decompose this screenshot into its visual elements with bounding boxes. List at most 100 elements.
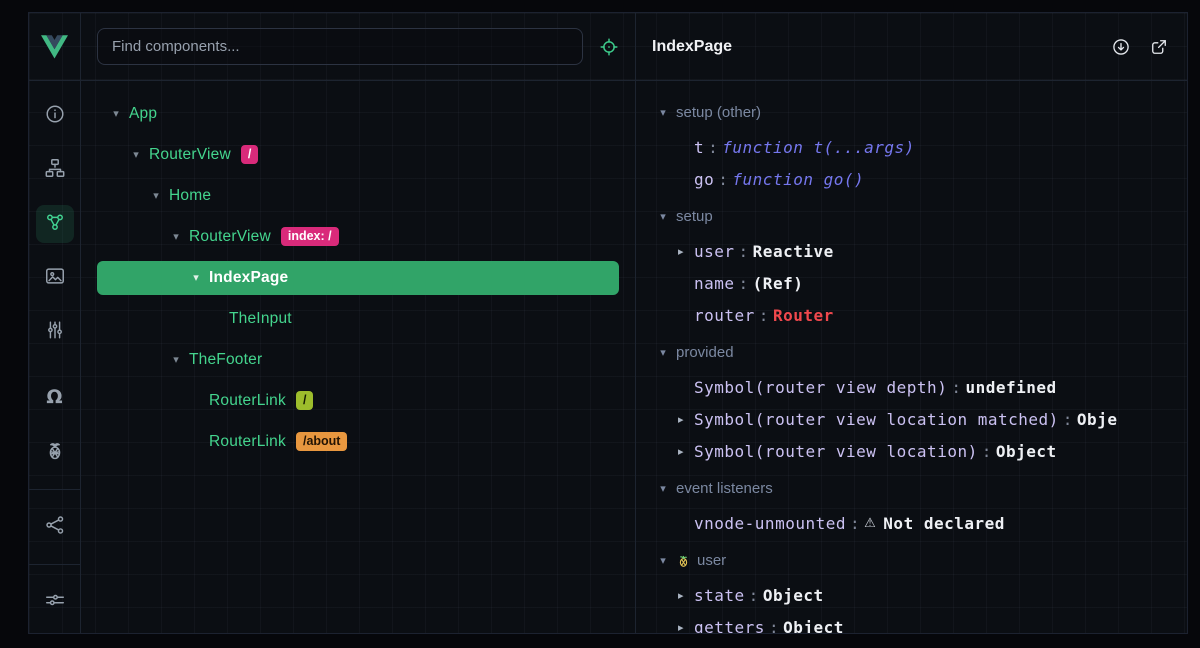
settings-icon — [44, 589, 66, 616]
caret-right-icon[interactable]: ▸ — [672, 245, 690, 258]
search-input[interactable] — [98, 38, 582, 55]
prop-value: function go() — [732, 170, 864, 189]
prop-value: undefined — [965, 378, 1056, 397]
prop-value: Object — [996, 442, 1057, 461]
prop-row-vnode-unmounted[interactable]: vnode-unmounted:⚠Not declared — [636, 507, 1187, 539]
sidebar-item-router[interactable]: Ω — [36, 379, 74, 417]
prop-separator: : — [846, 514, 864, 533]
tree-node-label: RouterView — [189, 228, 271, 246]
tree-node-label: Home — [169, 187, 211, 205]
sidebar-item-graph[interactable] — [36, 508, 74, 546]
component-tree: ▾App▾RouterView/▾Home▾RouterViewindex: /… — [81, 81, 635, 633]
prop-row-go[interactable]: go:function go() — [636, 163, 1187, 195]
prop-value: Object — [783, 618, 844, 634]
route-badge: /about — [296, 432, 348, 451]
sidebar-item-pages[interactable] — [36, 259, 74, 297]
prop-row-symbol-router-view-location-matched[interactable]: ▸ Symbol(router view location matched):Ob… — [636, 403, 1187, 435]
prop-row-symbol-router-view-location[interactable]: ▸Symbol(router view location):Object — [636, 435, 1187, 467]
sidebar-item-timeline[interactable] — [36, 313, 74, 351]
caret-down-icon[interactable]: ▾ — [167, 353, 185, 366]
inspector-title: IndexPage — [652, 38, 732, 56]
caret-down-icon[interactable]: ▾ — [656, 106, 670, 119]
tree-node-label: TheFooter — [189, 351, 262, 369]
route-badge: index: / — [281, 227, 339, 246]
prop-key: state — [694, 586, 745, 605]
section-header-setup-other[interactable]: ▾ setup (other) — [636, 93, 1187, 131]
tree-node-thefooter[interactable]: ▾ TheFooter — [81, 339, 635, 380]
section-header-user[interactable]: ▾ user — [636, 541, 1187, 579]
prop-separator: : — [947, 378, 965, 397]
prop-row-name[interactable]: name:(Ref) — [636, 267, 1187, 299]
caret-down-icon[interactable]: ▾ — [656, 554, 670, 567]
components-icon — [44, 211, 66, 238]
tree-node-theinput[interactable]: TheInput — [81, 298, 635, 339]
tree-node-label: IndexPage — [209, 269, 288, 287]
prop-separator: : — [1059, 410, 1077, 429]
section-header-provided[interactable]: ▾ provided — [636, 333, 1187, 371]
section-header-event-listeners[interactable]: ▾ event listeners — [636, 469, 1187, 507]
prop-row-router[interactable]: router:Router — [636, 299, 1187, 331]
section-event-listeners: ▾ event listeners vnode-unmounted:⚠Not dec… — [636, 469, 1187, 539]
section-label: event listeners — [676, 480, 773, 497]
prop-row-symbol-router-view-depth[interactable]: Symbol(router view depth):undefined — [636, 371, 1187, 403]
inspector-body: ▾ setup (other) t:function t(...args)go:fu… — [636, 81, 1187, 633]
caret-down-icon[interactable]: ▾ — [656, 210, 670, 223]
info-icon — [44, 103, 66, 130]
tree-node-home[interactable]: ▾ Home — [81, 175, 635, 216]
prop-value: Not declared — [883, 514, 1005, 533]
prop-row-t[interactable]: t:function t(...args) — [636, 131, 1187, 163]
sidebar-divider — [29, 564, 80, 565]
search-box[interactable] — [97, 28, 583, 65]
prop-row-state[interactable]: ▸state:Object — [636, 579, 1187, 611]
section-label: setup (other) — [676, 104, 761, 121]
prop-key: Symbol(router view location matched) — [694, 410, 1059, 429]
caret-down-icon[interactable]: ▾ — [127, 148, 145, 161]
prop-key: Symbol(router view depth) — [694, 378, 947, 397]
caret-down-icon[interactable]: ▾ — [656, 482, 670, 495]
prop-value: Object — [763, 586, 824, 605]
pinia-store-icon — [676, 553, 691, 568]
caret-down-icon[interactable]: ▾ — [167, 230, 185, 243]
vue-logo[interactable] — [29, 13, 80, 81]
prop-separator: : — [704, 138, 722, 157]
tree-node-routerview[interactable]: ▾RouterView/ — [81, 134, 635, 175]
sidebar-item-settings[interactable] — [36, 583, 74, 621]
caret-right-icon[interactable]: ▸ — [672, 589, 690, 602]
section-label: user — [697, 552, 726, 569]
caret-down-icon[interactable]: ▾ — [107, 107, 125, 120]
prop-separator: : — [735, 274, 753, 293]
prop-separator: : — [765, 618, 783, 634]
circle-arrow-down-icon[interactable] — [1111, 37, 1131, 57]
section-label: provided — [676, 344, 734, 361]
caret-down-icon[interactable]: ▾ — [187, 271, 205, 284]
caret-down-icon[interactable]: ▾ — [147, 189, 165, 202]
prop-value: Router — [773, 306, 834, 325]
sidebar-item-overview[interactable] — [36, 97, 74, 135]
caret-right-icon[interactable]: ▸ — [672, 445, 690, 458]
inspect-component-icon[interactable] — [599, 37, 619, 57]
prop-key: getters — [694, 618, 765, 634]
prop-row-getters[interactable]: ▸ getters:Object — [636, 611, 1187, 633]
tree-node-routerlink[interactable]: RouterLink/ — [81, 380, 635, 421]
external-link-icon[interactable] — [1149, 37, 1169, 57]
section-label: setup — [676, 208, 713, 225]
prop-key: router — [694, 306, 755, 325]
components-toolbar — [81, 13, 635, 81]
tree-node-routerlink[interactable]: RouterLink/about — [81, 421, 635, 462]
prop-key: user — [694, 242, 735, 261]
sidebar-item-components[interactable] — [36, 205, 74, 243]
caret-right-icon[interactable]: ▸ — [672, 413, 690, 426]
caret-down-icon[interactable]: ▾ — [656, 346, 670, 359]
prop-value: Obje — [1077, 410, 1118, 429]
sidebar-item-pinia[interactable] — [36, 433, 74, 471]
tree-node-routerview[interactable]: ▾ RouterView index: / — [81, 216, 635, 257]
route-badge: / — [296, 391, 313, 410]
tree-node-app[interactable]: ▾App — [81, 93, 635, 134]
tree-node-indexpage[interactable]: ▾ IndexPage — [97, 261, 619, 295]
sidebar-item-components-tree[interactable] — [36, 151, 74, 189]
prop-row-user[interactable]: ▸user:Reactive — [636, 235, 1187, 267]
pages-icon — [44, 265, 66, 292]
sidebar: Ω — [29, 13, 81, 633]
section-header-setup[interactable]: ▾ setup — [636, 197, 1187, 235]
caret-right-icon[interactable]: ▸ — [672, 621, 690, 634]
